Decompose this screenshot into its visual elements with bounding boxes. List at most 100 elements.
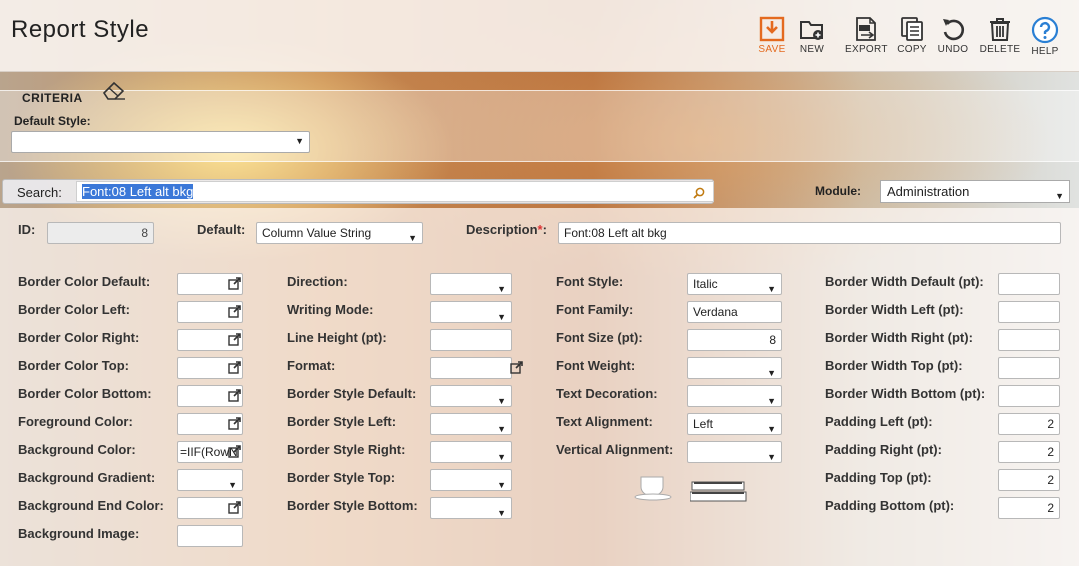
border-width-left-pt-label: Border Width Left (pt): xyxy=(825,302,964,317)
background-image-input[interactable] xyxy=(177,525,243,547)
chevron-down-icon: ▼ xyxy=(497,284,506,294)
border-color-bottom-label: Border Color Bottom: xyxy=(18,386,152,401)
writing-mode-select[interactable]: ▼ xyxy=(430,301,512,323)
criteria-title: CRITERIA xyxy=(22,91,83,105)
color-picker-icon[interactable] xyxy=(228,276,241,294)
save-button[interactable]: SAVE xyxy=(751,16,793,55)
padding-bottom-pt-input[interactable]: 2 xyxy=(998,497,1060,519)
text-alignment-select[interactable]: Left ▼ xyxy=(687,413,782,435)
border-color-bottom-color-input[interactable] xyxy=(177,385,243,407)
chevron-down-icon: ▼ xyxy=(767,368,776,378)
padding-left-pt-input[interactable]: 2 xyxy=(998,413,1060,435)
color-picker-icon[interactable] xyxy=(228,500,241,518)
border-style-right-label: Border Style Right: xyxy=(287,442,406,457)
border-style-left-select[interactable]: ▼ xyxy=(430,413,512,435)
font-family-input[interactable]: Verdana xyxy=(687,301,782,323)
search-icon[interactable] xyxy=(693,187,705,199)
border-style-bottom-select[interactable]: ▼ xyxy=(430,497,512,519)
default-style-select[interactable]: ▼ xyxy=(11,131,310,153)
chevron-down-icon: ▼ xyxy=(497,480,506,490)
chevron-down-icon: ▼ xyxy=(497,424,506,434)
direction-label: Direction: xyxy=(287,274,348,289)
border-width-right-pt-input[interactable] xyxy=(998,329,1060,351)
vertical-alignment-select[interactable]: ▼ xyxy=(687,441,782,463)
border-width-default-pt-input[interactable] xyxy=(998,273,1060,295)
search-value: Font:08 Left alt bkg xyxy=(82,184,194,199)
chevron-down-icon: ▼ xyxy=(767,424,776,434)
font-style-value: Italic xyxy=(693,277,718,291)
border-style-left-label: Border Style Left: xyxy=(287,414,397,429)
help-button[interactable]: HELP xyxy=(1024,16,1066,57)
default-select[interactable]: Column Value String ▼ xyxy=(256,222,423,244)
color-picker-icon[interactable] xyxy=(228,360,241,378)
undo-button[interactable]: UNDO xyxy=(932,16,974,55)
copy-button[interactable]: COPY xyxy=(891,16,933,55)
search-input[interactable]: Font:08 Left alt bkg xyxy=(76,181,714,202)
foreground-color-label: Foreground Color: xyxy=(18,414,133,429)
font-weight-select[interactable]: ▼ xyxy=(687,357,782,379)
header-bar: Report Style SAVE NEW EXPORT COPY UNDO D… xyxy=(0,0,1079,72)
border-style-top-select[interactable]: ▼ xyxy=(430,469,512,491)
border-color-top-color-input[interactable] xyxy=(177,357,243,379)
line-height-pt-input[interactable] xyxy=(430,329,512,351)
export-button[interactable]: EXPORT xyxy=(845,16,887,55)
trash-icon xyxy=(990,18,1010,41)
chevron-down-icon: ▼ xyxy=(295,136,304,146)
default-style-label: Default Style: xyxy=(14,114,91,128)
id-label: ID: xyxy=(18,222,36,237)
border-style-bottom-label: Border Style Bottom: xyxy=(287,498,418,513)
module-select[interactable]: Administration ▼ xyxy=(880,180,1070,203)
description-input[interactable]: Font:08 Left alt bkg xyxy=(558,222,1061,244)
description-label-text: Description xyxy=(466,222,538,237)
border-color-left-label: Border Color Left: xyxy=(18,302,130,317)
border-width-top-pt-input[interactable] xyxy=(998,357,1060,379)
text-decoration-select[interactable]: ▼ xyxy=(687,385,782,407)
chevron-down-icon: ▼ xyxy=(1055,191,1064,201)
border-width-bottom-pt-input[interactable] xyxy=(998,385,1060,407)
border-width-right-pt-label: Border Width Right (pt): xyxy=(825,330,973,345)
background-color-label: Background Color: xyxy=(18,442,136,457)
padding-right-pt-label: Padding Right (pt): xyxy=(825,442,942,457)
search-label: Search: xyxy=(17,185,62,200)
border-style-default-select[interactable]: ▼ xyxy=(430,385,512,407)
border-width-bottom-pt-label: Border Width Bottom (pt): xyxy=(825,386,986,401)
default-label: Default: xyxy=(197,222,246,237)
font-style-label: Font Style: xyxy=(556,274,624,289)
border-style-right-select[interactable]: ▼ xyxy=(430,441,512,463)
books-image xyxy=(690,481,747,502)
format-label: Format: xyxy=(287,358,336,373)
format-editor-icon[interactable] xyxy=(510,360,523,380)
help-icon xyxy=(1031,16,1059,44)
foreground-color-color-input[interactable] xyxy=(177,413,243,435)
description-label: Description*: xyxy=(466,222,547,237)
module-value: Administration xyxy=(887,184,970,199)
color-picker-icon[interactable] xyxy=(228,416,241,434)
eraser-icon[interactable] xyxy=(101,79,127,104)
format-input[interactable] xyxy=(430,357,523,379)
font-style-select[interactable]: Italic ▼ xyxy=(687,273,782,295)
chevron-down-icon: ▼ xyxy=(767,452,776,462)
color-picker-icon[interactable] xyxy=(228,304,241,322)
color-picker-icon[interactable] xyxy=(228,388,241,406)
color-picker-icon[interactable] xyxy=(228,332,241,350)
background-gradient-select[interactable]: ▼ xyxy=(177,469,243,491)
font-size-pt-value: 8 xyxy=(769,333,776,347)
background-end-color-color-input[interactable] xyxy=(177,497,243,519)
padding-top-pt-input[interactable]: 2 xyxy=(998,469,1060,491)
text-alignment-value: Left xyxy=(693,417,714,431)
chevron-down-icon: ▼ xyxy=(408,233,417,243)
font-size-pt-label: Font Size (pt): xyxy=(556,330,643,345)
border-width-left-pt-input[interactable] xyxy=(998,301,1060,323)
color-picker-icon[interactable] xyxy=(228,444,241,462)
padding-right-pt-input[interactable]: 2 xyxy=(998,441,1060,463)
background-color-color-input[interactable]: =IIF(RowN xyxy=(177,441,243,463)
new-button[interactable]: NEW xyxy=(791,16,833,55)
padding-bottom-pt-label: Padding Bottom (pt): xyxy=(825,498,955,513)
border-color-default-color-input[interactable] xyxy=(177,273,243,295)
delete-button[interactable]: DELETE xyxy=(979,16,1021,55)
font-size-pt-input[interactable]: 8 xyxy=(687,329,782,351)
border-color-right-color-input[interactable] xyxy=(177,329,243,351)
border-color-left-color-input[interactable] xyxy=(177,301,243,323)
direction-select[interactable]: ▼ xyxy=(430,273,512,295)
chevron-down-icon: ▼ xyxy=(497,396,506,406)
